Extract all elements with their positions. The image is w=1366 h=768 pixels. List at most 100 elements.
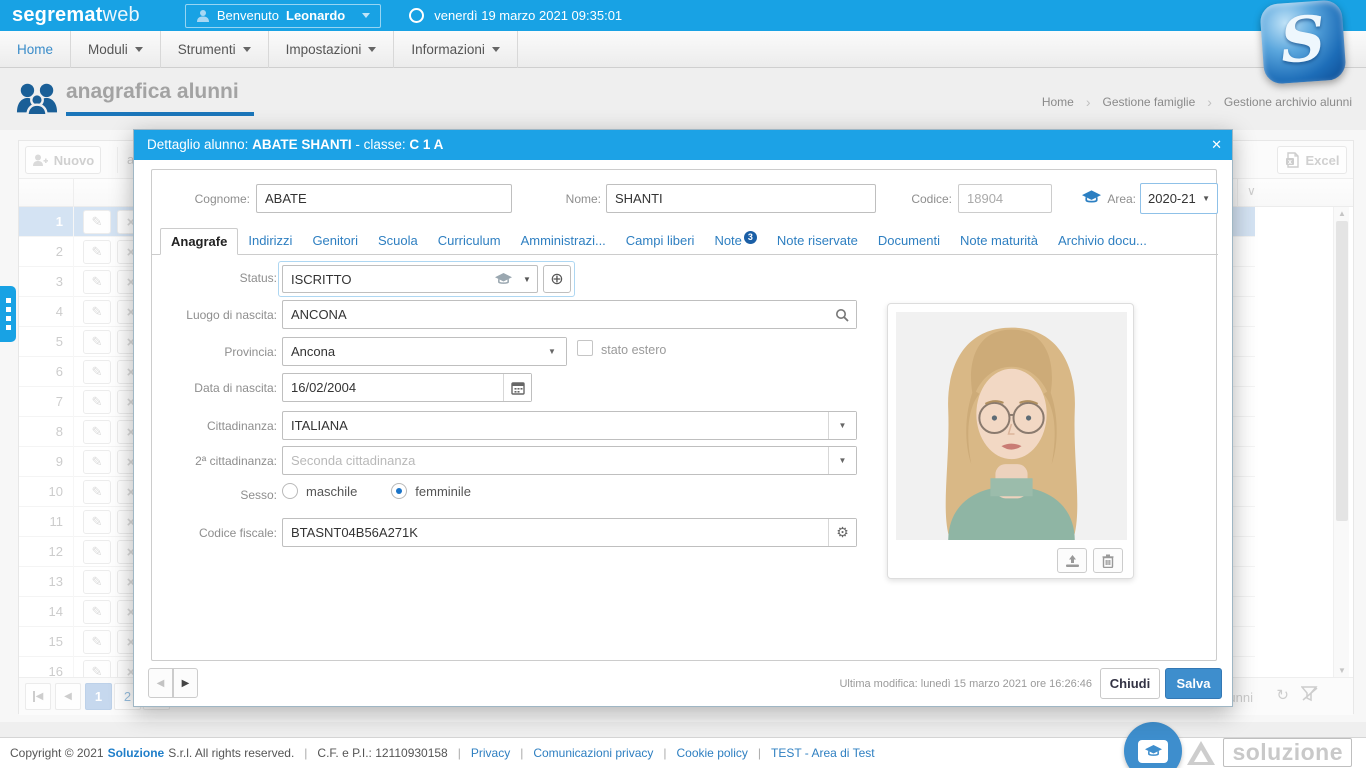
tab-note-maturit-[interactable]: Note maturità: [950, 228, 1048, 255]
tab-amministrazi-[interactable]: Amministrazi...: [511, 228, 616, 255]
tab-note-riservate[interactable]: Note riservate: [767, 228, 868, 255]
search-icon[interactable]: [828, 301, 856, 328]
codice-fiscale-input[interactable]: [283, 519, 828, 546]
luogo-nascita-input[interactable]: [283, 301, 828, 328]
cittadinanza2-select[interactable]: ▼: [282, 446, 857, 475]
nav-item-strumenti[interactable]: Strumenti: [161, 31, 269, 68]
dropdown-arrow-icon[interactable]: ▼: [828, 447, 856, 474]
cittadinanza2-input[interactable]: [283, 447, 828, 474]
dropdown-arrow-icon[interactable]: ▼: [828, 412, 856, 439]
tab-label: Indirizzi: [248, 233, 292, 248]
s-glyph: S: [1278, 1, 1328, 77]
brand-bold: segremat: [12, 4, 103, 26]
modal-class-sep: - classe:: [352, 137, 410, 152]
add-status-button[interactable]: ⊕: [543, 265, 571, 293]
close-icon[interactable]: ✕: [1211, 130, 1222, 160]
graduation-cap-icon: [495, 273, 512, 285]
nav-item-informazioni[interactable]: Informazioni: [394, 31, 518, 68]
tab-campi-liberi[interactable]: Campi liberi: [616, 228, 705, 255]
user-icon: [196, 9, 210, 23]
modal-header: Dettaglio alunno: ABATE SHANTI - classe:…: [134, 130, 1232, 160]
nome-label: Nome:: [502, 192, 601, 206]
close-button[interactable]: Chiudi: [1100, 668, 1160, 699]
luogo-nascita-label: Luogo di nascita:: [152, 308, 277, 322]
support-chat-button[interactable]: [1124, 722, 1182, 768]
upload-photo-button[interactable]: [1057, 548, 1087, 573]
cittadinanza-label: Cittadinanza:: [152, 419, 277, 433]
welcome-label: Benvenuto: [217, 8, 279, 23]
nome-field[interactable]: [606, 184, 876, 213]
breadcrumb-separator-icon: ›: [1086, 94, 1091, 110]
luogo-nascita-field: [282, 300, 857, 329]
breadcrumb-item[interactable]: Home: [1042, 95, 1074, 109]
tab-scuola[interactable]: Scuola: [368, 228, 428, 255]
data-nascita-input[interactable]: [283, 374, 503, 401]
trash-icon: [1102, 554, 1114, 568]
calendar-icon[interactable]: [503, 374, 531, 401]
tab-curriculum[interactable]: Curriculum: [428, 228, 511, 255]
save-button[interactable]: Salva: [1165, 668, 1222, 699]
footer-link[interactable]: Comunicazioni privacy: [533, 746, 653, 760]
tab-label: Note: [714, 233, 741, 248]
main-nav: Home Moduli StrumentiImpostazioni Informazi…: [0, 31, 1366, 68]
footer-link[interactable]: Cookie policy: [677, 746, 748, 760]
side-panel-handle[interactable]: [0, 286, 16, 342]
cognome-field[interactable]: [256, 184, 512, 213]
modal-class-name: C 1 A: [409, 137, 443, 152]
tab-label: Genitori: [312, 233, 358, 248]
footer-link[interactable]: Privacy: [471, 746, 510, 760]
app-viewport: segrematweb Benvenuto Leonardo venerdì 1…: [0, 0, 1366, 768]
footer-link[interactable]: TEST - Area di Test: [771, 746, 875, 760]
breadcrumb-item[interactable]: Gestione famiglie: [1103, 95, 1196, 109]
dropdown-arrow-icon: ▼: [1202, 194, 1210, 203]
dropdown-arrow-icon[interactable]: ▼: [517, 266, 537, 292]
tab-label: Campi liberi: [626, 233, 695, 248]
tab-label: Curriculum: [438, 233, 501, 248]
company-link[interactable]: Soluzione: [108, 746, 165, 760]
nav-item-label: Informazioni: [411, 32, 485, 68]
cittadinanza-input[interactable]: [283, 412, 828, 439]
soluzione-logo-text: soluzione: [1223, 738, 1352, 767]
delete-photo-button[interactable]: [1093, 548, 1123, 573]
codice-label: Codice:: [852, 192, 952, 206]
status-group: ▼ ⊕: [278, 261, 575, 297]
breadcrumb: Home›Gestione famiglie›Gestione archivio…: [1042, 94, 1352, 110]
tab-indirizzi[interactable]: Indirizzi: [238, 228, 302, 255]
data-nascita-field: [282, 373, 532, 402]
title-underline: [66, 112, 254, 116]
status-label: Status:: [152, 271, 277, 285]
tab-note[interactable]: Note3: [704, 228, 766, 255]
area-select[interactable]: 2020-21 ▼: [1140, 183, 1218, 214]
stato-estero-checkbox[interactable]: [577, 340, 593, 356]
tab-documenti[interactable]: Documenti: [868, 228, 950, 255]
tab-label: Scuola: [378, 233, 418, 248]
codice-fiscale-label: Codice fiscale:: [152, 526, 277, 540]
user-menu[interactable]: Benvenuto Leonardo: [185, 4, 381, 28]
chat-cap-icon: [1138, 740, 1168, 763]
provincia-select[interactable]: ▼: [282, 337, 567, 366]
status-input[interactable]: [283, 266, 495, 292]
title-row: anagrafica alunni Home›Gestione famiglie…: [0, 68, 1366, 130]
prev-student-button[interactable]: ◀: [148, 668, 173, 698]
cittadinanza2-label: 2ª cittadinanza:: [152, 454, 277, 468]
radio-femminile[interactable]: [391, 483, 407, 499]
tab-anagrafe[interactable]: Anagrafe: [160, 228, 238, 255]
nav-item-moduli[interactable]: Moduli: [71, 31, 161, 68]
status-combo[interactable]: ▼: [282, 265, 538, 293]
cittadinanza-select[interactable]: ▼: [282, 411, 857, 440]
gear-icon[interactable]: ⚙: [828, 519, 856, 546]
tab-archivio-docu-[interactable]: Archivio docu...: [1048, 228, 1157, 255]
nav-item-impostazioni[interactable]: Impostazioni: [269, 31, 395, 68]
nav-item-label: Moduli: [88, 32, 128, 68]
nav-item-home[interactable]: Home: [0, 31, 71, 68]
breadcrumb-item[interactable]: Gestione archivio alunni: [1224, 95, 1352, 109]
provincia-input[interactable]: [283, 338, 538, 365]
dropdown-arrow-icon[interactable]: ▼: [538, 338, 566, 365]
modal-body: Cognome: Nome: Codice: Area: 2020-21 ▼ A…: [151, 169, 1217, 661]
tab-genitori[interactable]: Genitori: [302, 228, 368, 255]
student-photo-card: [887, 303, 1134, 579]
radio-maschile[interactable]: [282, 483, 298, 499]
sesso-radio-group: maschile femminile: [282, 483, 471, 499]
next-student-button[interactable]: ▶: [173, 668, 198, 698]
tab-label: Anagrafe: [171, 234, 227, 249]
